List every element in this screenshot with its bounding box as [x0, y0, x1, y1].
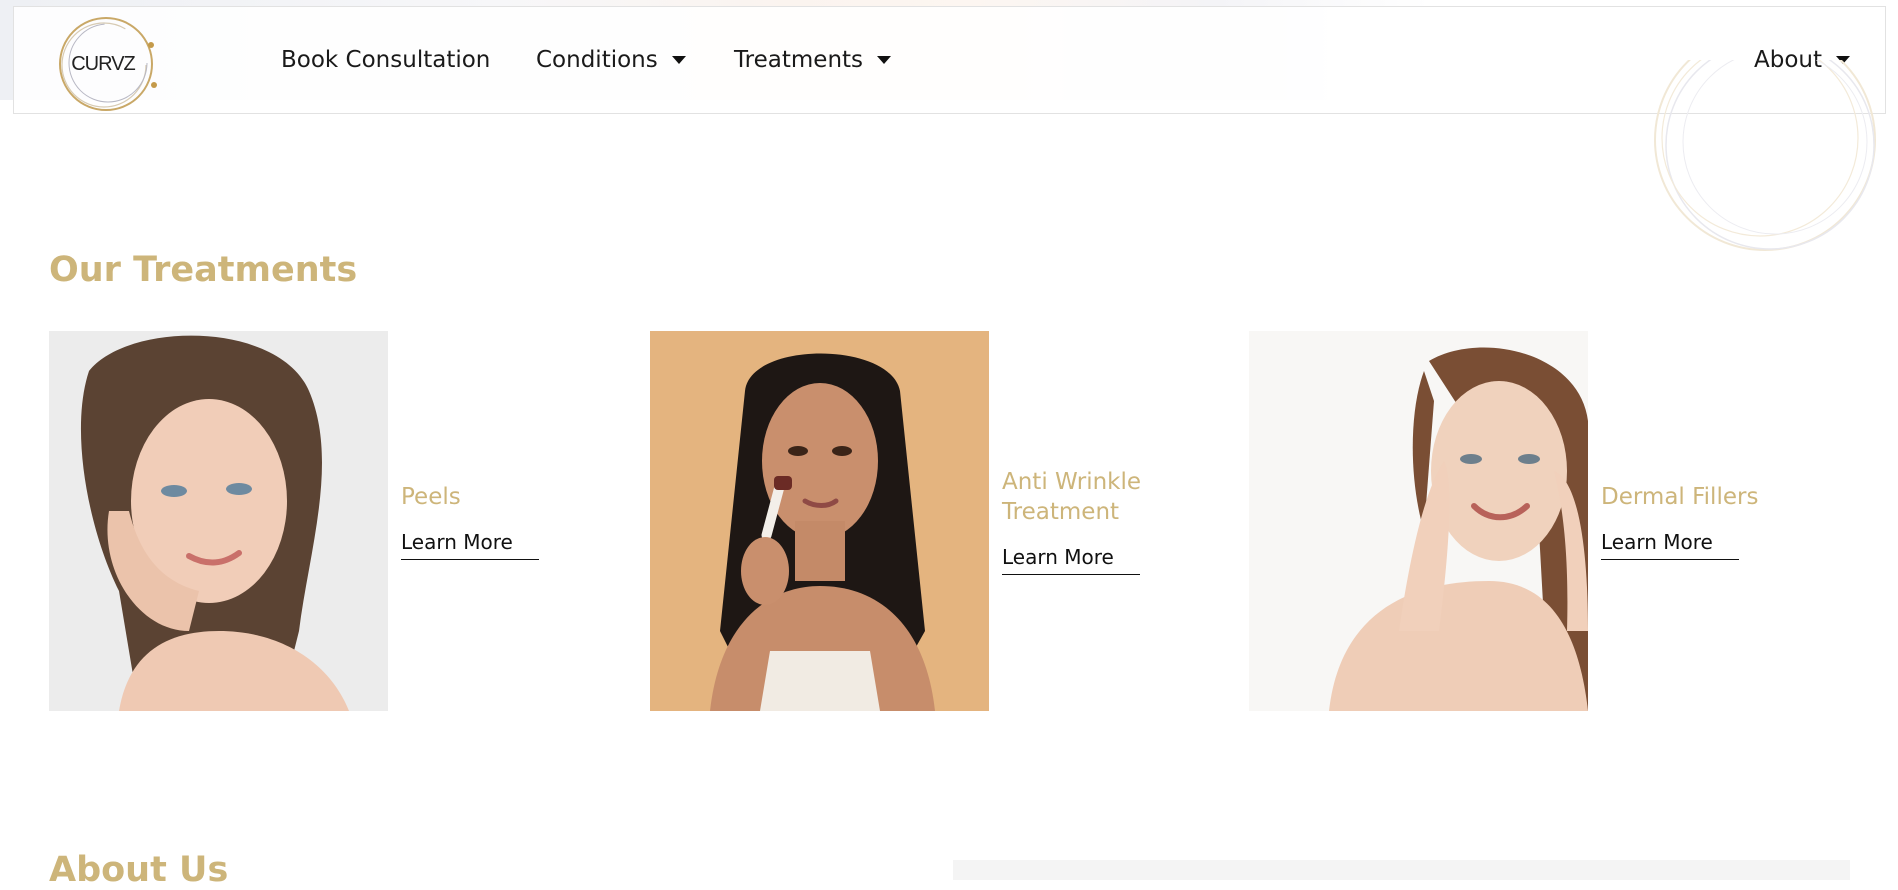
- nav-book-consultation[interactable]: Book Consultation: [281, 47, 490, 73]
- treatment-info: Dermal Fillers Learn More: [1601, 331, 1801, 711]
- about-heading: About Us: [49, 850, 229, 890]
- treatment-info: Anti Wrinkle Treatment Learn More: [1002, 331, 1202, 711]
- about-panel: [953, 860, 1850, 880]
- nav-conditions[interactable]: Conditions: [536, 47, 686, 73]
- logo-text: CURVZ: [71, 53, 136, 75]
- treatment-image-peels: [49, 331, 388, 711]
- treatment-title: Dermal Fillers: [1601, 484, 1759, 510]
- site-header: CURVZ Book Consultation Conditions Treat…: [13, 6, 1886, 114]
- nav-treatments[interactable]: Treatments: [734, 47, 892, 73]
- nav-label: Conditions: [536, 47, 658, 73]
- nav-label: Treatments: [734, 47, 864, 73]
- caret-down-icon: [671, 56, 686, 64]
- treatment-info: Peels Learn More: [401, 331, 601, 711]
- treatment-title: Peels: [401, 484, 461, 510]
- treatment-card-peels: Peels Learn More: [49, 331, 609, 711]
- logo-link[interactable]: CURVZ: [54, 11, 166, 117]
- decorative-rings: [1654, 60, 1876, 251]
- treatment-image-dermal-fillers: [1249, 331, 1588, 711]
- treatment-title: Anti Wrinkle Treatment: [1002, 469, 1142, 525]
- learn-more-link[interactable]: Learn More: [1002, 545, 1140, 575]
- caret-down-icon: [877, 56, 892, 64]
- treatments-heading: Our Treatments: [49, 250, 358, 290]
- treatment-card-anti-wrinkle: Anti Wrinkle Treatment Learn More: [650, 331, 1210, 711]
- learn-more-link[interactable]: Learn More: [1601, 530, 1739, 560]
- learn-more-link[interactable]: Learn More: [401, 530, 539, 560]
- nav-label: Book Consultation: [281, 47, 491, 73]
- treatment-card-dermal-fillers: Dermal Fillers Learn More: [1249, 331, 1809, 711]
- treatment-image-anti-wrinkle: [650, 331, 989, 711]
